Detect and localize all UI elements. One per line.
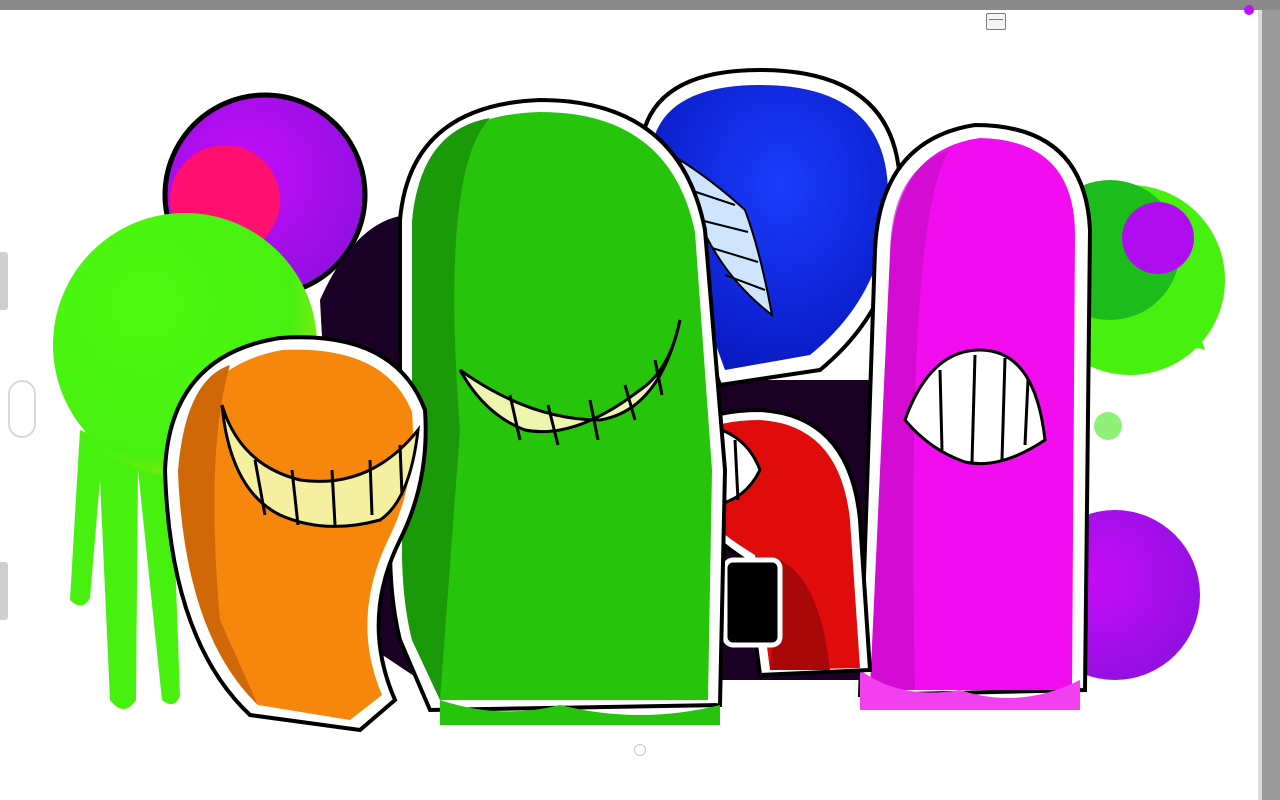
magenta-monster [857, 122, 1093, 710]
green-monster [388, 97, 728, 725]
lime-dot [1094, 412, 1122, 440]
drawing-canvas[interactable] [0, 10, 1262, 800]
side-handle-bottom[interactable] [0, 562, 8, 620]
orange-monster [162, 335, 428, 733]
purple-small-circle [1122, 202, 1194, 274]
fullscreen-toggle-icon[interactable] [986, 13, 1006, 30]
top-status-bar [0, 0, 1280, 10]
graffiti-monsters-artwork [53, 67, 1225, 733]
side-handle-top[interactable] [0, 252, 8, 310]
home-indicator-icon[interactable] [634, 744, 646, 756]
color-dot-indicator [1244, 5, 1254, 15]
side-pill-handle[interactable] [8, 380, 36, 438]
scrollbar-track[interactable] [1262, 10, 1280, 800]
